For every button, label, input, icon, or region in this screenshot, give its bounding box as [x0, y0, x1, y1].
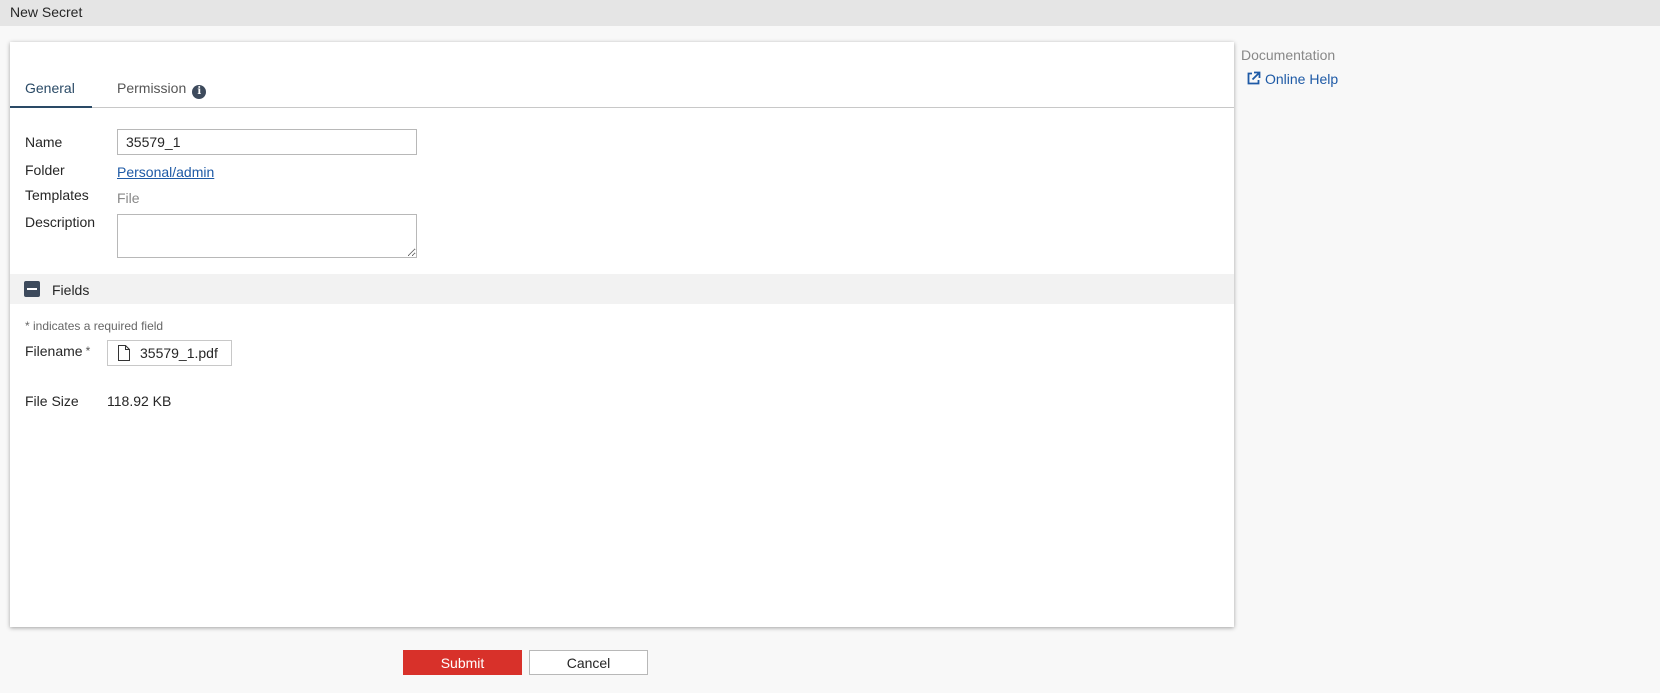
online-help-label: Online Help	[1265, 71, 1339, 87]
external-link-icon	[1246, 71, 1265, 87]
submit-button[interactable]: Submit	[403, 650, 522, 675]
window-title: New Secret	[0, 0, 1660, 26]
required-field-note: * indicates a required field	[25, 319, 164, 333]
fields-section-header: Fields	[10, 274, 1234, 304]
folder-link[interactable]: Personal/admin	[117, 164, 214, 180]
tab-permission-label: Permission	[117, 80, 187, 96]
fields-section-title: Fields	[52, 282, 90, 298]
tab-general[interactable]: General	[10, 74, 92, 108]
tab-bar: General Permission i	[10, 74, 1234, 108]
description-field[interactable]	[117, 214, 417, 258]
required-marker: *	[85, 344, 91, 358]
filesize-label: File Size	[25, 393, 79, 409]
filesize-value: 118.92 KB	[107, 393, 172, 409]
filename-label-text: Filename	[25, 343, 83, 359]
templates-value: File	[117, 190, 140, 206]
minus-square-icon[interactable]	[24, 281, 40, 297]
description-label: Description	[25, 214, 96, 230]
documentation-title: Documentation	[1241, 47, 1336, 63]
file-name: 35579_1.pdf	[140, 345, 218, 361]
name-input[interactable]	[117, 129, 417, 155]
cancel-button[interactable]: Cancel	[529, 650, 648, 675]
file-icon	[117, 345, 131, 364]
tab-permission[interactable]: Permission i	[102, 74, 221, 108]
folder-label: Folder	[25, 162, 65, 178]
online-help-link[interactable]: Online Help	[1246, 71, 1338, 87]
name-label: Name	[25, 134, 63, 150]
new-secret-form-panel: General Permission i Name Folder Personal…	[10, 42, 1234, 627]
templates-label: Templates	[25, 187, 89, 203]
filename-label: Filename *	[25, 343, 90, 359]
file-attachment[interactable]: 35579_1.pdf	[107, 340, 232, 366]
tab-general-label: General	[25, 80, 75, 96]
info-icon[interactable]: i	[192, 85, 207, 99]
